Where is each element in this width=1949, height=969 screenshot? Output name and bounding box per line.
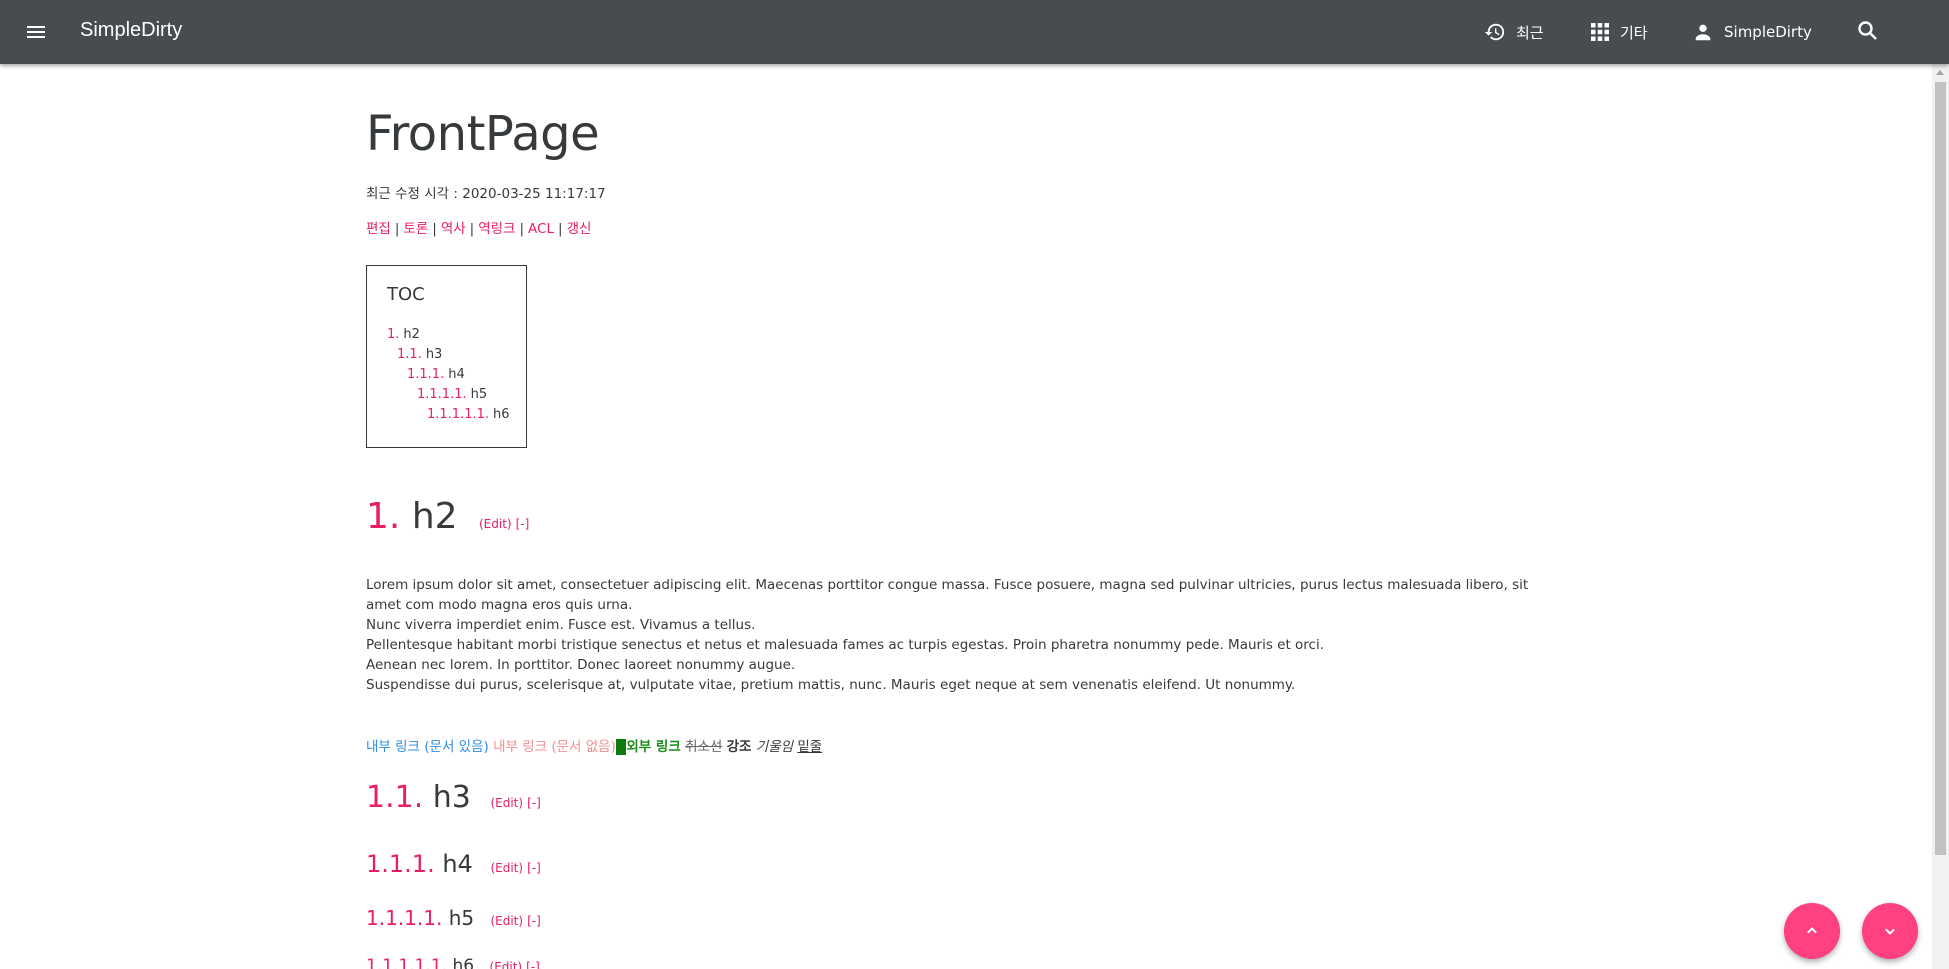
toc-item: 1. h2: [387, 325, 526, 345]
scroll-up-arrow-icon[interactable]: [1936, 70, 1944, 75]
nav-recent[interactable]: 최근: [1484, 20, 1544, 44]
chevron-down-icon: [1885, 928, 1895, 935]
underline-text: 밑줄: [797, 739, 823, 755]
formatting-sample-line: 내부 링크 (문서 있음) 내부 링크 (문서 없음)E외부 링크 취소선 강조…: [366, 735, 822, 755]
action-separator: |: [432, 221, 437, 237]
nav-other[interactable]: 기타: [1590, 20, 1648, 44]
search-icon[interactable]: [1856, 19, 1880, 47]
history-icon: [1484, 23, 1505, 41]
section-heading-h2: 1. h2 (Edit) [-]: [366, 496, 529, 537]
section-edit-link[interactable]: (Edit): [490, 796, 523, 810]
toc-item: 1.1.1.1. h5: [387, 385, 526, 405]
section-number[interactable]: 1.1.: [366, 780, 423, 815]
toc-item: 1.1. h3: [387, 345, 526, 365]
toc-item: 1.1.1.1.1. h6: [387, 405, 526, 425]
action-separator: |: [469, 221, 475, 237]
page-actions: 편집 | 토론 | 역사 | 역링크 | ACL | 갱신: [366, 217, 591, 237]
section-heading-h3: 1.1. h3 (Edit) [-]: [366, 780, 541, 815]
section-title: h2: [411, 496, 458, 537]
action-backlinks[interactable]: 역링크: [478, 221, 515, 237]
apps-grid-icon: [1591, 23, 1609, 41]
section-title: h5: [448, 906, 475, 930]
bold-text: 강조: [726, 739, 752, 755]
page-title: FrontPage: [366, 106, 600, 162]
toc-link[interactable]: 1.1.: [397, 347, 422, 362]
section-fold-toggle[interactable]: [-]: [516, 517, 530, 531]
action-separator: |: [558, 221, 563, 237]
nav-user[interactable]: SimpleDirty: [1692, 20, 1812, 44]
toc-link[interactable]: 1.: [387, 327, 399, 342]
section-number[interactable]: 1.1.1.1.: [366, 906, 442, 930]
toc-item: 1.1.1. h4: [387, 365, 526, 385]
section-edit-link[interactable]: (Edit): [479, 517, 512, 531]
toc-link[interactable]: 1.1.1.1.1.: [427, 407, 489, 422]
nav-recent-label: 최근: [1516, 23, 1544, 42]
paragraph-line: Lorem ipsum dolor sit amet, consectetuer…: [366, 577, 1529, 613]
internal-link-missing[interactable]: 내부 링크 (문서 없음): [493, 739, 616, 755]
strikethrough-text: 취소선: [685, 739, 723, 755]
action-acl[interactable]: ACL: [528, 221, 554, 237]
toc-label: h2: [403, 327, 420, 342]
section-fold-toggle[interactable]: [-]: [527, 796, 541, 810]
section-edit-link[interactable]: (Edit): [490, 960, 523, 969]
action-discuss[interactable]: 토론: [403, 221, 428, 237]
vertical-scrollbar[interactable]: [1932, 64, 1949, 969]
last-modified: 최근 수정 시각 : 2020-03-25 11:17:17: [366, 182, 606, 202]
toc-label: h6: [493, 407, 510, 422]
italic-text: 기울임: [755, 739, 794, 755]
section-heading-h4: 1.1.1. h4 (Edit) [-]: [366, 850, 541, 878]
section-fold-toggle[interactable]: [-]: [526, 960, 540, 969]
action-separator: |: [394, 221, 400, 237]
top-app-bar: SimpleDirty 최근 기타 SimpleDirty: [0, 0, 1949, 64]
table-of-contents: TOC 1. h2 1.1. h3 1.1.1. h4 1.1.1.1. h5 1.1.…: [366, 265, 527, 448]
brand-title[interactable]: SimpleDirty: [80, 19, 182, 42]
toc-link[interactable]: 1.1.1.: [407, 367, 444, 382]
section-title: h4: [442, 850, 473, 878]
section-heading-h5: 1.1.1.1. h5 (Edit) [-]: [366, 906, 541, 930]
section-fold-toggle[interactable]: [-]: [527, 861, 541, 875]
section-title: h6: [452, 956, 475, 969]
section-edit-link[interactable]: (Edit): [490, 861, 523, 875]
scrollbar-thumb[interactable]: [1935, 82, 1946, 855]
paragraph-line: Suspendisse dui purus, scelerisque at, v…: [366, 677, 1296, 693]
person-icon: [1695, 24, 1711, 41]
section-number[interactable]: 1.1.1.1.1.: [366, 956, 447, 969]
scroll-to-bottom-button[interactable]: [1862, 903, 1918, 959]
section-fold-toggle[interactable]: [-]: [527, 914, 541, 928]
section-number[interactable]: 1.: [366, 496, 400, 537]
toc-label: h4: [448, 367, 465, 382]
action-refresh[interactable]: 갱신: [567, 221, 592, 237]
last-modified-value: 2020-03-25 11:17:17: [462, 186, 606, 202]
action-edit[interactable]: 편집: [366, 221, 391, 237]
paragraph-line: Aenean nec lorem. In porttitor. Donec la…: [366, 657, 796, 673]
external-link[interactable]: 외부 링크: [626, 739, 680, 755]
toc-label: h3: [425, 347, 443, 362]
section-edit-link[interactable]: (Edit): [490, 914, 523, 928]
chevron-up-icon: [1807, 927, 1817, 934]
nav-user-label: SimpleDirty: [1724, 23, 1812, 41]
section-title: h3: [432, 780, 471, 815]
last-modified-label: 최근 수정 시각 :: [366, 186, 458, 202]
paragraph-line: Nunc viverra imperdiet enim. Fusce est. …: [366, 617, 756, 633]
section-heading-h6: 1.1.1.1.1. h6 (Edit) [-]: [366, 956, 540, 969]
toc-label: h5: [470, 387, 488, 402]
internal-link-existing[interactable]: 내부 링크 (문서 있음): [366, 739, 489, 755]
toc-title: TOC: [387, 284, 425, 305]
action-separator: |: [519, 221, 525, 237]
body-paragraph: Lorem ipsum dolor sit amet, consectetuer…: [366, 575, 1566, 695]
menu-icon[interactable]: [24, 20, 48, 44]
section-number[interactable]: 1.1.1.: [366, 850, 435, 878]
paragraph-line: Pellentesque habitant morbi tristique se…: [366, 637, 1325, 653]
nav-other-label: 기타: [1620, 23, 1648, 42]
toc-link[interactable]: 1.1.1.1.: [417, 387, 467, 402]
action-history[interactable]: 역사: [441, 221, 466, 237]
external-link-icon: E: [615, 739, 627, 755]
scroll-to-top-button[interactable]: [1784, 903, 1840, 959]
